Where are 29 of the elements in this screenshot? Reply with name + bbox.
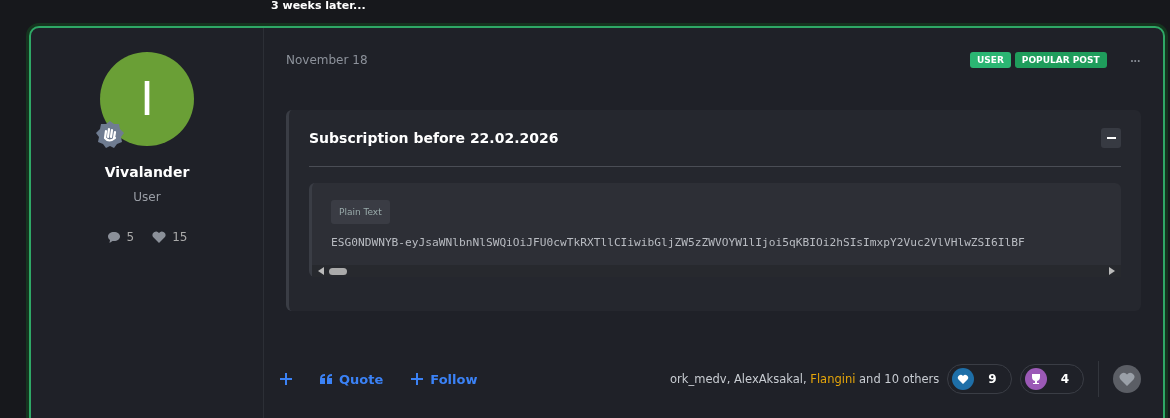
quote-button[interactable]: Quote: [320, 371, 384, 387]
collapse-button[interactable]: [1101, 128, 1121, 148]
scroll-thumb[interactable]: [329, 267, 347, 275]
time-separator: 3 weeks later...: [271, 0, 366, 12]
comment-icon: [106, 230, 121, 244]
rank-badge-icon: [95, 120, 125, 150]
code-language-label: Plain Text: [331, 200, 390, 224]
like-count: 15: [172, 230, 188, 244]
heart-icon: [1119, 372, 1135, 386]
tag: POPULAR POST: [1014, 52, 1107, 68]
plus-icon: [280, 373, 292, 385]
heart-icon: [152, 231, 167, 243]
post-date: November 18: [286, 53, 368, 67]
user-role: User: [133, 190, 161, 204]
username-link[interactable]: Vivalander: [104, 164, 190, 180]
tag: USER: [969, 52, 1011, 68]
spoiler-title: Subscription before 22.02.2026: [309, 130, 559, 146]
follow-button[interactable]: Follow: [411, 371, 478, 387]
react-button[interactable]: [1113, 365, 1141, 393]
plus-icon: [411, 373, 424, 385]
scroll-right-icon[interactable]: [1109, 267, 1115, 275]
reacted-users-text: ork_medv, AlexAksakal, Flangini and 10 others: [670, 372, 940, 386]
add-button[interactable]: [280, 371, 292, 387]
code-line: ESG0NDWNYB-eyJsaWNlbnNlSWQiOiJFU0cwTkRXTllCIiwibGljZW5zZWVOYW1lIjoi5qKBIOi2hSIsImxpY2Vuc2VlVHlwZSI6IlBF: [331, 236, 1026, 249]
avatar[interactable]: I: [100, 52, 194, 146]
quote-icon: [320, 374, 332, 384]
scroll-left-icon[interactable]: [318, 267, 324, 275]
post-count: 5: [126, 230, 135, 244]
trophy-icon: [1024, 368, 1047, 390]
